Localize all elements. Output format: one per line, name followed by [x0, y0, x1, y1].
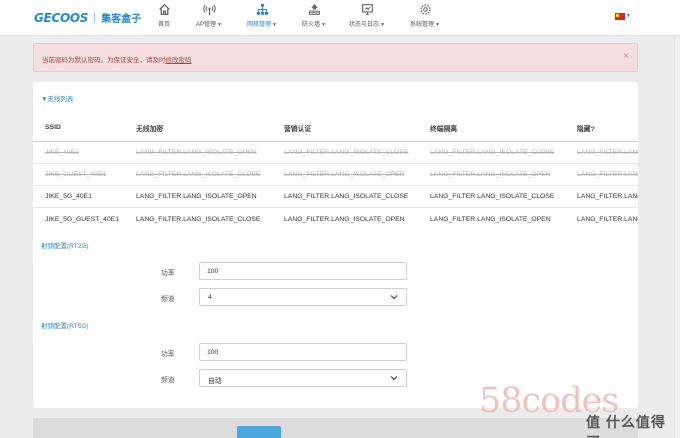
table-cell: LANG_FILTER.LANG_ISOLATE_CLOSE [284, 193, 409, 200]
radio-2g-channel-row: 频道 4 [33, 288, 638, 307]
nav-item-status-logs[interactable]: 状态与日志▼ [346, 3, 388, 33]
table-cell: LANG_FILTER.LANG_FILTE [577, 215, 638, 223]
chevron-down-icon: ▼ [321, 22, 326, 28]
alert-message: 当前密码为默认密码。为保证安全，请及时修改密码 [42, 54, 192, 64]
table-cell: LANG_FILTER.LANG_ISOLATE_CLOSE [430, 193, 555, 200]
table-row[interactable]: JIKE_5G_GUEST_40E1 LANG_FILTER.LANG_ISOL… [33, 208, 638, 230]
wifi-antenna-icon [202, 4, 216, 16]
select-value: 自动 [208, 378, 222, 385]
column-header[interactable]: 终端隔离 [430, 114, 578, 141]
radio-5g-power-row: 功率 [33, 343, 638, 362]
chevron-down-icon: ▼ [272, 22, 277, 28]
table-cell: JIKE_40E1 [45, 149, 80, 156]
power-label: 功率 [161, 351, 175, 358]
column-header[interactable]: 无线加密 [136, 114, 284, 141]
brand-name-en: GECOOS [34, 10, 89, 25]
power-label: 功率 [161, 270, 175, 277]
table-cell: LANG_FILTER.LANG_FILTE [577, 149, 638, 156]
select-value: 4 [208, 294, 212, 301]
wifi-table: SSID 无线加密 营销认证 终端隔离 隐藏? JIKE_40E1 LANG_F… [33, 114, 638, 230]
column-header[interactable]: SSID [45, 114, 135, 141]
chevron-down-icon: ▼ [435, 22, 440, 28]
chevron-down-icon[interactable]: ▼ [626, 13, 631, 19]
nav-label: 首页 [157, 22, 170, 28]
nav-label: AP管理 [196, 22, 217, 28]
close-icon[interactable]: × [623, 51, 629, 62]
brand-logo[interactable]: GECOOS 集客盒子 [34, 10, 142, 26]
table-cell: LANG_FILTER.LANG_ISOLATE_CLOSE [284, 149, 409, 156]
logo-divider [94, 12, 96, 23]
table-cell: LANG_FILTER.LANG_ISOLATE_CLOSE [136, 215, 261, 223]
site-badge-text: 值 什么值得买 [586, 414, 666, 438]
radio-5g-power-input[interactable] [199, 343, 407, 361]
chevron-down-icon [390, 295, 398, 300]
nav-label: 网络管理 [247, 22, 272, 28]
bottom-action-bar [33, 418, 638, 438]
table-row[interactable]: JIKE_5G_40E1 LANG_FILTER.LANG_ISOLATE_OP… [33, 186, 638, 208]
top-navigation-bar: GECOOS 集客盒子 首页 AP管理▼ 网络管理▼ 防火墙▼ 状态与日志▼ 系… [0, 0, 680, 36]
nav-label: 防火墙 [302, 22, 321, 28]
table-cell: LANG_FILTER.LANG_ISOLATE_OPEN [284, 171, 405, 178]
radio-2g-section-title: 射频配置(RT2G) [41, 243, 89, 250]
table-cell: LANG_FILTER.LANG_ISOLATE_OPEN [136, 149, 257, 156]
chevron-down-icon: ▼ [217, 22, 222, 28]
table-cell: LANG_FILTER.LANG_ISOLATE_CLOSE [430, 149, 555, 156]
brand-name-cn: 集客盒子 [101, 14, 142, 25]
channel-label: 频道 [161, 296, 175, 303]
table-cell: LANG_FILTER.LANG_ISOLATE_OPEN [430, 215, 551, 223]
table-row[interactable]: JIKE_GUEST_40E1 LANG_FILTER.LANG_ISOLATE… [33, 164, 638, 186]
table-cell: LANG_FILTER.LANG_ISOLATE_CLOSE [136, 171, 261, 178]
nav-label: 系统管理 [410, 22, 435, 28]
column-header[interactable]: 隐藏? [577, 114, 638, 141]
gear-icon [419, 4, 431, 15]
page-scrollbar[interactable] [674, 36, 680, 438]
radio-5g-section-title: 射频配置(RT5G) [41, 323, 89, 330]
table-cell: JIKE_GUEST_40E1 [45, 171, 107, 178]
language-flag-icon[interactable] [615, 13, 625, 20]
channel-label: 频道 [161, 377, 175, 384]
radio-2g-power-input[interactable] [199, 262, 407, 280]
table-cell: LANG_FILTER.LANG_FILTE [577, 171, 638, 178]
site-badge: 值 什么值得买 [586, 412, 680, 438]
table-cell: LANG_FILTER.LANG_ISOLATE_OPEN [284, 215, 405, 223]
wifi-list-toggle[interactable]: ▼无线列表 [41, 93, 73, 103]
radio-2g-power-row: 功率 [33, 262, 638, 281]
chevron-down-icon [390, 376, 398, 381]
table-cell: LANG_FILTER.LANG_ISOLATE_OPEN [136, 193, 257, 200]
table-cell: JIKE_5G_40E1 [45, 193, 92, 200]
radio-5g-channel-select[interactable]: 自动 [199, 369, 407, 387]
network-icon [256, 3, 268, 15]
home-icon [158, 3, 170, 16]
main-panel: ▼无线列表 SSID 无线加密 营销认证 终端隔离 隐藏? JIKE_40E1 … [33, 82, 638, 408]
nav-item-firewall[interactable]: 防火墙▼ [299, 3, 329, 33]
nav-item-system[interactable]: 系统管理▼ [407, 3, 443, 33]
radio-2g-channel-select[interactable]: 4 [199, 288, 407, 306]
chevron-down-icon: ▼ [380, 22, 385, 28]
monitor-icon [361, 4, 373, 15]
column-header[interactable]: 营销认证 [284, 114, 431, 141]
table-cell: JIKE_5G_GUEST_40E1 [45, 215, 120, 223]
default-password-alert: 当前密码为默认密码。为保证安全，请及时修改密码 × [33, 43, 638, 72]
nav-item-home[interactable]: 首页 [153, 3, 175, 33]
nav-item-network[interactable]: 网络管理▼ [243, 3, 281, 33]
nav-label: 状态与日志 [349, 22, 380, 28]
save-button[interactable] [237, 426, 281, 438]
table-header-row: SSID 无线加密 营销认证 终端隔离 隐藏? [33, 114, 638, 142]
firewall-icon [308, 3, 320, 15]
change-password-link[interactable]: 修改密码 [166, 57, 192, 64]
nav-item-ap[interactable]: AP管理▼ [192, 3, 226, 33]
table-row[interactable]: JIKE_40E1 LANG_FILTER.LANG_ISOLATE_OPEN … [33, 142, 638, 164]
table-cell: LANG_FILTER.LANG_FILTE [577, 193, 638, 200]
alert-text: 当前密码为默认密码。为保证安全，请及时 [42, 57, 166, 64]
table-cell: LANG_FILTER.LANG_ISOLATE_OPEN [430, 171, 551, 178]
